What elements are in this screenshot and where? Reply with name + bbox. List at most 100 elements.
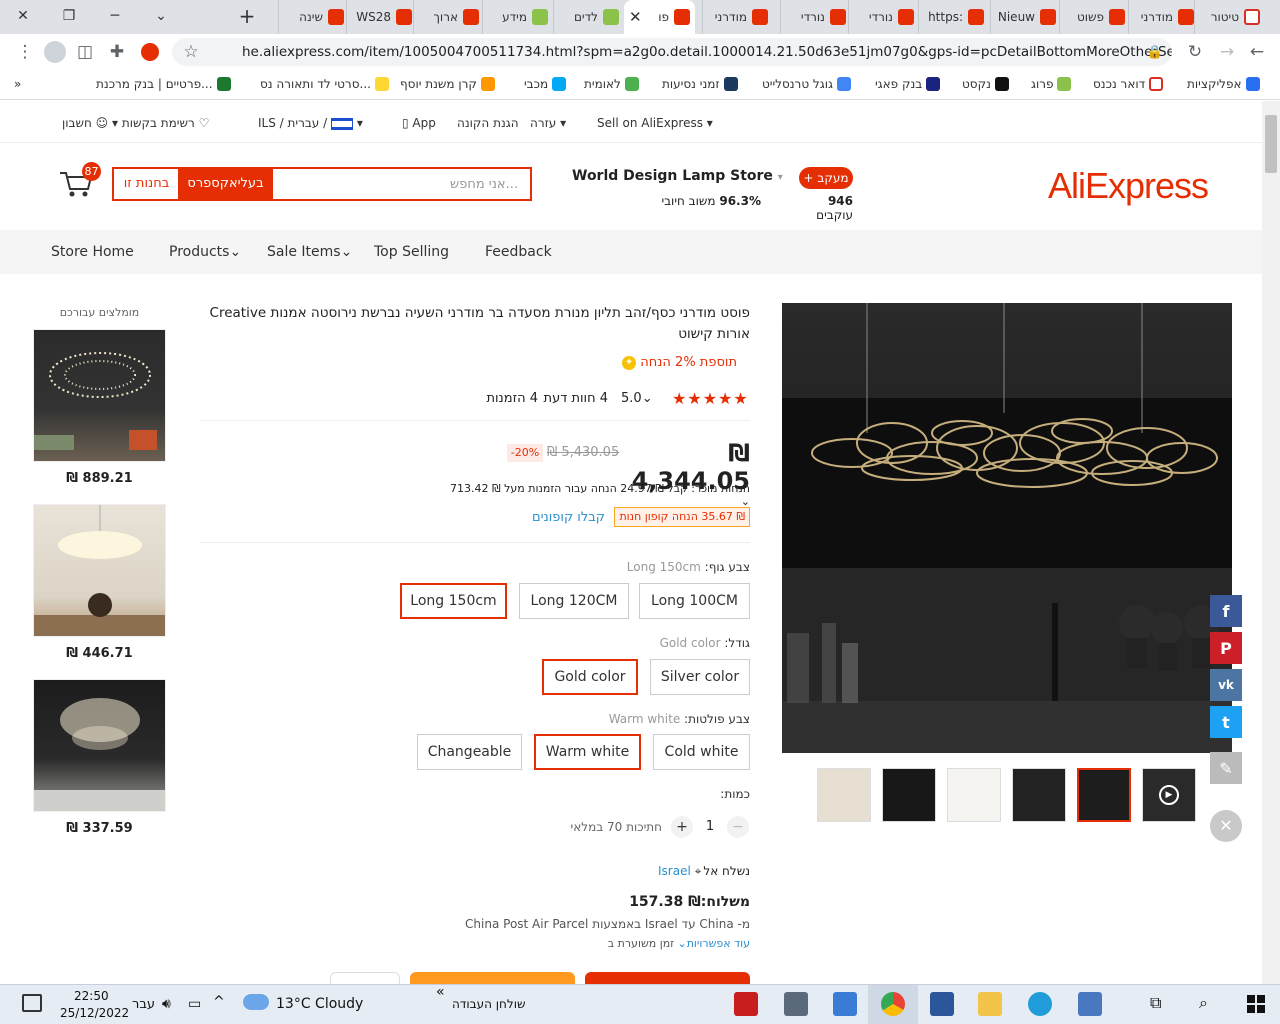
input-language[interactable]: עבר	[132, 997, 155, 1012]
search-icon[interactable]: ⌕	[1199, 993, 1208, 1013]
app-link[interactable]: ▯ App	[402, 116, 436, 130]
option-long-100[interactable]: Long 100CM	[639, 583, 750, 619]
browser-tab[interactable]: מידע	[482, 0, 553, 34]
option-silver[interactable]: Silver color	[650, 659, 750, 695]
wishlist-link[interactable]: ▾ רשימת בקשות ♡	[112, 116, 209, 130]
twitter-share-icon[interactable]: t	[1210, 706, 1242, 738]
browser-tab[interactable]: https:	[918, 0, 989, 34]
aliexpress-logo[interactable]: AliExpress	[1048, 165, 1209, 207]
new-tab-button[interactable]: +	[224, 0, 270, 32]
reload-icon[interactable]: ↻	[1184, 41, 1206, 63]
help-link[interactable]: עזרה ▾	[530, 116, 566, 130]
vk-share-icon[interactable]: vk	[1210, 669, 1242, 701]
edit-icon[interactable]: ✎	[1210, 752, 1242, 784]
wishlist-button[interactable]	[330, 972, 400, 984]
more-menu-icon[interactable]: ⋮	[14, 41, 36, 63]
recommended-item-image[interactable]	[33, 504, 166, 637]
bookmark-item[interactable]: פרוג	[1031, 77, 1072, 91]
edge-icon[interactable]	[1028, 992, 1052, 1016]
search-input[interactable]: אני מחפש...	[272, 167, 532, 201]
desktop-toolbar-label[interactable]: שולחן העבודה	[452, 997, 525, 1011]
browser-tab[interactable]: שינה	[278, 0, 349, 34]
thumbnail-image[interactable]	[817, 768, 871, 822]
network-icon[interactable]: ▭	[188, 996, 201, 1012]
account-link[interactable]: חשבון ☺	[62, 116, 108, 130]
clock-time[interactable]: 22:50	[74, 989, 109, 1003]
thumbnail-image[interactable]	[882, 768, 936, 822]
option-warm-white[interactable]: Warm white	[534, 734, 641, 770]
extensions-icon[interactable]: ✚	[106, 41, 128, 63]
option-gold[interactable]: Gold color	[542, 659, 638, 695]
desktop-toolbar-chevron-icon[interactable]: «	[436, 984, 445, 1000]
bookmark-item[interactable]: בנק פאגי	[875, 77, 941, 91]
buyer-protection-link[interactable]: הגנת הקונה	[457, 116, 519, 130]
thumbnail-image[interactable]	[947, 768, 1001, 822]
nav-feedback[interactable]: Feedback	[485, 244, 552, 260]
language-selector[interactable]: ILS / עברית / ▾	[258, 116, 363, 130]
more-options-link[interactable]: עוד אפשרויות⌄	[677, 937, 750, 950]
qty-plus-button[interactable]: +	[671, 816, 693, 838]
option-long-120[interactable]: Long 120CM	[519, 583, 629, 619]
nav-products[interactable]: Products⌄	[169, 244, 241, 260]
bookmark-item[interactable]: אפליקציות	[1187, 77, 1260, 91]
browser-tab[interactable]: נורדי	[848, 0, 919, 34]
seller-discount[interactable]: הנחות מוכר: קבל ₪ 24.97 הנחה עבור הזמנות…	[440, 482, 750, 508]
bookmark-item[interactable]: נקסט	[962, 77, 1009, 91]
start-button[interactable]	[1247, 995, 1265, 1013]
close-tab-icon[interactable]: ✕	[629, 8, 642, 26]
option-cold-white[interactable]: Cold white	[653, 734, 750, 770]
search-store-button[interactable]: בחנות זו	[112, 167, 179, 201]
browser-tab[interactable]: נורדי	[780, 0, 851, 34]
nav-sale-items[interactable]: Sale Items⌄	[267, 244, 352, 260]
store-name[interactable]: World Design Lamp Store ▾	[572, 168, 783, 184]
option-long-150[interactable]: Long 150cm	[400, 583, 507, 619]
minimize-window-button[interactable]: ─	[92, 0, 138, 32]
close-share-icon[interactable]: ✕	[1210, 810, 1242, 842]
scrollbar-thumb[interactable]	[1265, 115, 1277, 173]
tray-chevron-icon[interactable]: ^	[213, 994, 225, 1010]
clock-date[interactable]: 25/12/2022	[60, 1006, 129, 1020]
app-icon[interactable]	[1078, 992, 1102, 1016]
side-panel-icon[interactable]: ◫	[74, 41, 96, 63]
option-changeable[interactable]: Changeable	[417, 734, 522, 770]
acrobat-app-icon[interactable]	[734, 992, 758, 1016]
qty-input[interactable]: 1	[700, 819, 720, 834]
thumbnail-image-selected[interactable]	[1077, 768, 1131, 822]
recommended-item-image[interactable]	[33, 329, 166, 462]
close-window-button[interactable]: ✕	[0, 0, 46, 32]
bookmark-item[interactable]: זמני נסיעות	[662, 77, 738, 91]
bookmarks-more-button[interactable]: »	[14, 77, 21, 91]
facebook-share-icon[interactable]: f	[1210, 595, 1242, 627]
calculator-app-icon[interactable]	[784, 992, 808, 1016]
forward-icon[interactable]: →	[1216, 41, 1238, 63]
browser-tab[interactable]: פשוט	[1059, 0, 1130, 34]
task-view-icon[interactable]: ⧉	[1150, 993, 1161, 1013]
ship-to-selector[interactable]: Israel ⌖	[658, 864, 701, 879]
nav-top-selling[interactable]: Top Selling	[374, 244, 449, 260]
browser-tab[interactable]: מודרני	[702, 0, 773, 34]
tab-search-icon[interactable]: ⌄	[138, 0, 184, 32]
bookmark-item[interactable]: גוגל טרנסלייט	[762, 77, 851, 91]
profile-avatar[interactable]	[44, 41, 66, 63]
bookmark-star-icon[interactable]: ☆	[180, 41, 202, 63]
chrome-taskbar-active[interactable]	[868, 985, 918, 1024]
app-icon[interactable]	[833, 992, 857, 1016]
qty-minus-button[interactable]: −	[727, 816, 749, 838]
weather-widget[interactable]: 13°C Cloudy	[276, 996, 363, 1012]
thumbnail-video[interactable]: ▶	[1142, 768, 1196, 822]
browser-tab[interactable]: טיטור	[1194, 0, 1265, 34]
notifications-icon[interactable]	[22, 994, 42, 1012]
restore-window-button[interactable]: ❐	[46, 0, 92, 32]
bookmark-item[interactable]: פרטיים | בנק מרכנת...	[96, 77, 231, 91]
browser-tab[interactable]: ✕ פו	[624, 0, 695, 34]
bookmark-item[interactable]: מכבי	[524, 77, 567, 91]
thumbnail-image[interactable]	[1012, 768, 1066, 822]
nav-store-home[interactable]: Store Home	[51, 244, 134, 260]
browser-tab[interactable]: WS28	[346, 0, 417, 34]
bookmark-item[interactable]: סרטי לד ותאורה נס...	[260, 77, 389, 91]
pinterest-share-icon[interactable]: P	[1210, 632, 1242, 664]
sell-link[interactable]: Sell on AliExpress ▾	[597, 116, 713, 130]
get-coupons-link[interactable]: קבלו קופונים	[532, 510, 605, 525]
follow-button[interactable]: + מעקב	[799, 167, 853, 189]
extension-icon[interactable]	[141, 43, 159, 61]
